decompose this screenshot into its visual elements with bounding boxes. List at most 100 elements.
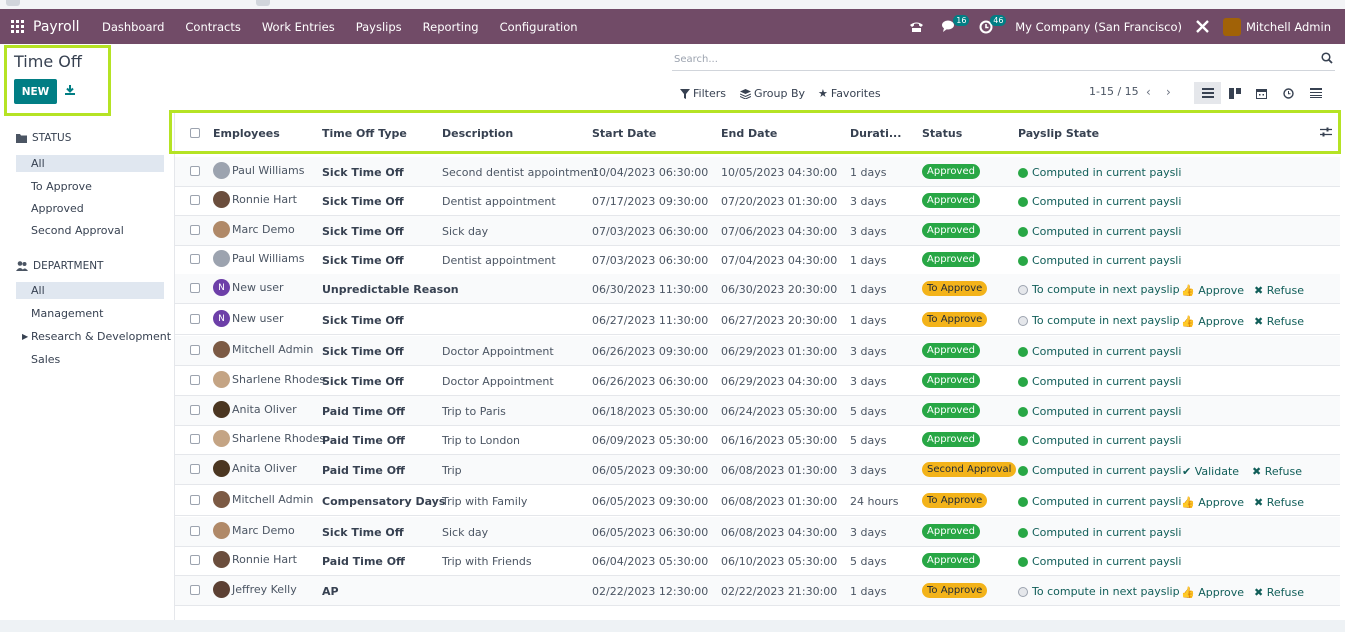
- menu-contracts[interactable]: Contracts: [175, 20, 251, 34]
- row-checkbox[interactable]: [190, 166, 200, 176]
- employee-name: Ronnie Hart: [232, 193, 297, 206]
- menu-configuration[interactable]: Configuration: [489, 20, 588, 34]
- table-row[interactable]: Marc Demo Sick Time Off Sick day 06/05/2…: [175, 517, 1340, 547]
- column-settings-icon[interactable]: [1320, 126, 1332, 141]
- search-bar[interactable]: Search...: [672, 49, 1335, 71]
- new-button[interactable]: NEW: [14, 79, 57, 104]
- col-payslip-state[interactable]: Payslip State: [1018, 127, 1099, 140]
- user-menu[interactable]: Mitchell Admin: [1222, 17, 1331, 36]
- phone-icon[interactable]: [909, 9, 924, 44]
- col-end-date[interactable]: End Date: [721, 127, 777, 140]
- row-checkbox[interactable]: [190, 405, 200, 415]
- activity-view-icon[interactable]: [1275, 82, 1302, 104]
- pivot-view-icon[interactable]: [1302, 82, 1329, 104]
- department-item-all[interactable]: All: [16, 282, 164, 299]
- favorites-button[interactable]: ★ Favorites: [818, 87, 881, 100]
- menu-payslips[interactable]: Payslips: [345, 20, 412, 34]
- calendar-view-icon[interactable]: [1248, 82, 1275, 104]
- tools-icon[interactable]: [1195, 9, 1210, 44]
- list-view-icon[interactable]: [1194, 82, 1221, 104]
- table-row[interactable]: Marc Demo Sick Time Off Sick day 07/03/2…: [175, 216, 1340, 246]
- pager-value[interactable]: 1-15 / 15: [1089, 85, 1139, 98]
- table-row[interactable]: Ronnie Hart Sick Time Off Dentist appoin…: [175, 186, 1340, 216]
- col-employees[interactable]: Employees: [213, 127, 280, 140]
- table-row[interactable]: Anita Oliver Paid Time Off Trip 06/05/20…: [175, 455, 1340, 485]
- end-date-cell: 06/08/2023 01:30:00: [721, 464, 838, 477]
- col-description[interactable]: Description: [442, 127, 513, 140]
- row-checkbox[interactable]: [190, 434, 200, 444]
- activities-icon[interactable]: 46: [979, 9, 1007, 44]
- row-checkbox[interactable]: [190, 464, 200, 474]
- users-icon: [16, 261, 28, 271]
- validate-button[interactable]: ✔ Validate: [1182, 465, 1239, 478]
- group-by-button[interactable]: Group By: [740, 87, 805, 100]
- approve-button[interactable]: 👍 Approve: [1181, 284, 1244, 297]
- pager-previous-icon[interactable]: ‹: [1146, 85, 1151, 99]
- refuse-button[interactable]: ✖ Refuse: [1254, 315, 1304, 328]
- table-row[interactable]: Anita Oliver Paid Time Off Trip to Paris…: [175, 396, 1340, 426]
- employee-avatar: [213, 401, 230, 418]
- status-item-to-approve[interactable]: To Approve: [16, 178, 164, 195]
- col-start-date[interactable]: Start Date: [592, 127, 656, 140]
- duration-cell: 1 days: [850, 314, 887, 327]
- table-row[interactable]: N New user Sick Time Off 06/27/2023 11:30…: [175, 305, 1340, 335]
- payslip-state-cell: Computed in current paysli: [1018, 434, 1181, 447]
- search-input[interactable]: Search...: [674, 54, 718, 65]
- row-checkbox[interactable]: [190, 195, 200, 205]
- row-checkbox[interactable]: [190, 225, 200, 235]
- row-checkbox[interactable]: [190, 375, 200, 385]
- pager-next-icon[interactable]: ›: [1166, 85, 1171, 99]
- row-checkbox[interactable]: [190, 254, 200, 264]
- col-status[interactable]: Status: [922, 127, 962, 140]
- table-row[interactable]: Sharlene Rhodes Sick Time Off Doctor App…: [175, 366, 1340, 396]
- status-item-approved[interactable]: Approved: [16, 200, 164, 217]
- department-item-management[interactable]: Management: [16, 305, 164, 322]
- menu-dashboard[interactable]: Dashboard: [91, 20, 174, 34]
- col-duration[interactable]: Durati...: [850, 127, 901, 140]
- status-item-second-approval[interactable]: Second Approval: [16, 222, 164, 239]
- download-icon[interactable]: [64, 84, 76, 99]
- department-item-research-development[interactable]: Research & Development: [16, 328, 171, 345]
- approve-button[interactable]: 👍 Approve: [1181, 315, 1244, 328]
- col-time-off-type[interactable]: Time Off Type: [322, 127, 407, 140]
- apps-menu-icon[interactable]: [11, 20, 24, 33]
- search-icon[interactable]: [1321, 52, 1333, 67]
- table-row[interactable]: Ronnie Hart Paid Time Off Trip with Frie…: [175, 546, 1340, 576]
- approve-button[interactable]: 👍 Approve: [1181, 586, 1244, 599]
- messages-icon[interactable]: 16: [942, 9, 970, 44]
- row-checkbox[interactable]: [190, 283, 200, 293]
- filters-button[interactable]: Filters: [680, 87, 726, 100]
- row-checkbox[interactable]: [190, 526, 200, 536]
- approve-button[interactable]: 👍 Approve: [1181, 496, 1244, 509]
- refuse-button[interactable]: ✖ Refuse: [1254, 586, 1304, 599]
- table-row[interactable]: Jeffrey Kelly AP 02/22/2023 12:30:00 02/…: [175, 576, 1340, 606]
- menu-work-entries[interactable]: Work Entries: [251, 20, 345, 34]
- status-item-all[interactable]: All: [16, 155, 164, 172]
- table-row[interactable]: Mitchell Admin Sick Time Off Doctor Appo…: [175, 336, 1340, 366]
- row-checkbox[interactable]: [190, 345, 200, 355]
- row-checkbox[interactable]: [190, 555, 200, 565]
- refuse-button[interactable]: ✖ Refuse: [1254, 284, 1304, 297]
- table-row[interactable]: Sharlene Rhodes Paid Time Off Trip to Lo…: [175, 425, 1340, 455]
- refuse-button[interactable]: ✖ Refuse: [1252, 465, 1302, 478]
- app-name[interactable]: Payroll: [33, 19, 79, 35]
- table-row[interactable]: N New user Unpredictable Reason 06/30/202…: [175, 274, 1340, 304]
- department-item-sales[interactable]: Sales: [16, 351, 164, 368]
- select-all-checkbox[interactable]: [190, 128, 200, 138]
- row-checkbox[interactable]: [190, 314, 200, 324]
- table-row[interactable]: Paul Williams Sick Time Off Second denti…: [175, 157, 1340, 187]
- refuse-button[interactable]: ✖ Refuse: [1254, 496, 1304, 509]
- table-row[interactable]: Paul Williams Sick Time Off Dentist appo…: [175, 245, 1340, 275]
- time-off-type-cell: Sick Time Off: [322, 195, 404, 208]
- row-checkbox[interactable]: [190, 495, 200, 505]
- company-switcher[interactable]: My Company (San Francisco): [1015, 20, 1182, 34]
- end-date-cell: 06/10/2023 05:30:00: [721, 555, 838, 568]
- duration-cell: 3 days: [850, 375, 887, 388]
- status-badge: To Approve: [922, 281, 988, 296]
- kanban-view-icon[interactable]: [1221, 82, 1248, 104]
- table-row[interactable]: Mitchell Admin Compensatory Days Trip wi…: [175, 486, 1340, 516]
- end-date-cell: 10/05/2023 04:30:00: [721, 166, 838, 179]
- menu-reporting[interactable]: Reporting: [412, 20, 489, 34]
- row-checkbox[interactable]: [190, 585, 200, 595]
- thumbs-up-icon: 👍: [1181, 284, 1195, 297]
